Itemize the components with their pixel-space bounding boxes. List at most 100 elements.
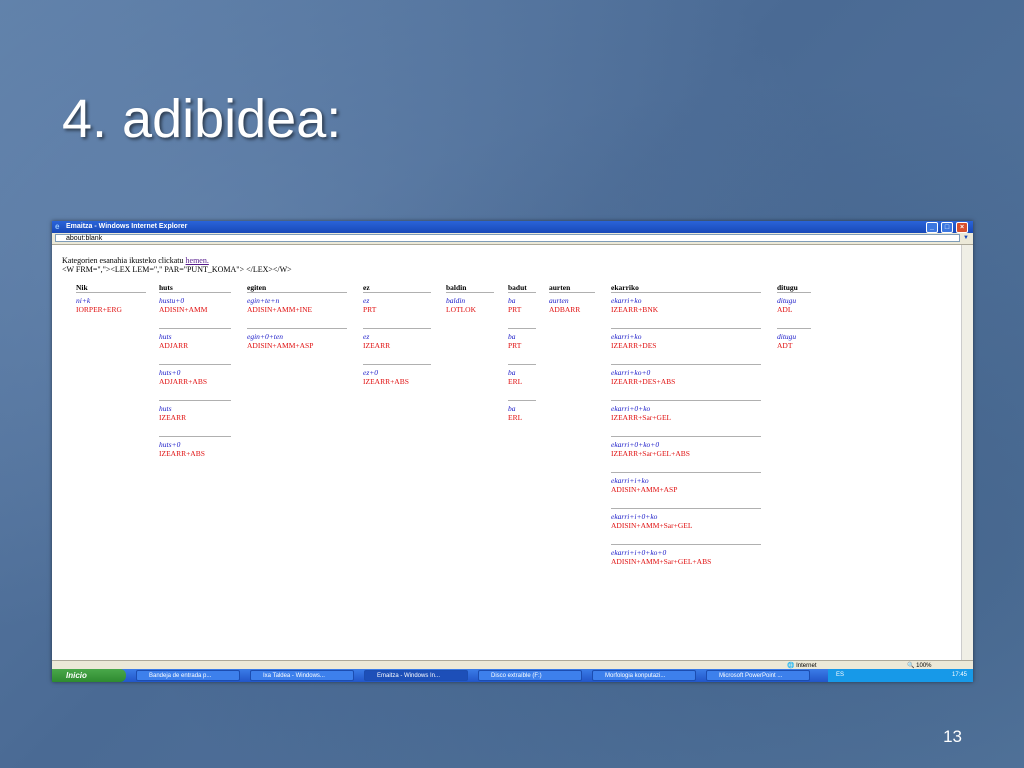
analysis-entry: baldin LOTLOK	[446, 292, 494, 314]
status-zone: 🌐 Internet	[787, 663, 817, 669]
column-header: aurten	[549, 283, 571, 292]
lemma: huts+0	[159, 440, 181, 449]
category: IZEARR+ABS	[363, 377, 409, 386]
minimize-button[interactable]: _	[926, 222, 938, 233]
analysis-entry: aurten ADBARR	[549, 292, 595, 314]
separator	[508, 292, 536, 293]
lemma: ekarri+ko+0	[611, 368, 651, 377]
lemma: ez+0	[363, 368, 379, 377]
taskbar-item[interactable]: Bandeja de entrada p...	[136, 670, 240, 681]
analysis-entry: ba PRT	[508, 292, 536, 314]
category: PRT	[508, 341, 522, 350]
analysis-entry: ekarri+i+0+ko ADISIN+AMM+Sar+GEL	[611, 508, 761, 530]
taskbar-item[interactable]: Emaitza - Windows In...	[364, 670, 468, 681]
analysis-entry: ekarri+ko+0 IZEARR+DES+ABS	[611, 364, 761, 386]
separator	[159, 436, 231, 437]
column: egiten egin+te+n ADISIN+AMM+INE egin+0+ten A…	[247, 283, 347, 364]
category: PRT	[508, 305, 522, 314]
browser-screenshot: e Emaitza - Windows Internet Explorer _ …	[52, 221, 973, 682]
analysis-entry: ba ERL	[508, 364, 536, 386]
category: ADISIN+AMM	[159, 305, 208, 314]
separator	[611, 436, 761, 437]
category: ADISIN+AMM+INE	[247, 305, 313, 314]
separator	[508, 328, 536, 329]
lemma: ekarri+ko	[611, 296, 642, 305]
chevron-down-icon[interactable]: ▼	[963, 235, 969, 241]
lemma: ekarri+ko	[611, 332, 642, 341]
vertical-scrollbar[interactable]	[961, 245, 973, 660]
lemma: huts	[159, 332, 172, 341]
column-header: ekarriko	[611, 283, 639, 292]
category: IZEARR+BNK	[611, 305, 659, 314]
column-header: ditugu	[777, 283, 798, 292]
separator	[611, 472, 761, 473]
category: ADBARR	[549, 305, 581, 314]
category: ADJARR+ABS	[159, 377, 207, 386]
separator	[76, 292, 146, 293]
analysis-entry: ekarri+ko IZEARR+DES	[611, 328, 761, 350]
category: IZEARR+Sar+GEL	[611, 413, 672, 422]
separator	[611, 400, 761, 401]
clock: 17:45	[951, 672, 967, 678]
maximize-button[interactable]: □	[941, 222, 953, 233]
column: huts hustu+0 ADISIN+AMM huts ADJARR huts+0 ADJ…	[159, 283, 231, 472]
taskbar-item[interactable]: Disco extraíble (F:)	[478, 670, 582, 681]
zoom-level[interactable]: 🔍 100%	[907, 662, 932, 669]
intro-prefix: Kategorien esanahia ikusteko clickatu	[62, 256, 186, 265]
taskbar-item[interactable]: Morfologia konputazi...	[592, 670, 696, 681]
category: IZEARR	[159, 413, 187, 422]
column: badut ba PRT ba PRT ba ERL ba ERL	[508, 283, 536, 436]
language-indicator[interactable]: ES	[836, 669, 844, 682]
lemma: huts	[159, 404, 172, 413]
separator	[446, 292, 494, 293]
analysis-entry: hustu+0 ADISIN+AMM	[159, 292, 231, 314]
analysis-entry: ekarri+0+ko IZEARR+Sar+GEL	[611, 400, 761, 422]
separator	[508, 400, 536, 401]
lemma: ni+k	[76, 296, 91, 305]
slide-number: 13	[943, 727, 962, 746]
category: IZEARR+Sar+GEL+ABS	[611, 449, 690, 458]
separator	[247, 292, 347, 293]
taskbar-item[interactable]: Ixa Taldea - Windows...	[250, 670, 354, 681]
close-button[interactable]: ×	[956, 222, 968, 233]
category: IORPER+ERG	[76, 305, 122, 314]
column-header: ez	[363, 283, 370, 292]
analysis-entry: ba ERL	[508, 400, 536, 422]
separator	[159, 400, 231, 401]
category: ADISIN+AMM+ASP	[611, 485, 678, 494]
lemma: ekarri+i+0+ko	[611, 512, 658, 521]
analysis-entry: huts ADJARR	[159, 328, 231, 350]
lemma: ba	[508, 296, 516, 305]
separator	[159, 292, 231, 293]
lemma: baldin	[446, 296, 466, 305]
start-button[interactable]: Inicio	[52, 669, 126, 682]
column-header: huts	[159, 283, 173, 292]
column: ditugu ditugu ADL ditugu ADT	[777, 283, 811, 364]
separator	[363, 364, 431, 365]
analysis-entry: huts IZEARR	[159, 400, 231, 422]
analysis-entry: ez+0 IZEARR+ABS	[363, 364, 431, 386]
separator	[611, 292, 761, 293]
analysis-entry: ditugu ADL	[777, 292, 811, 314]
category: ADISIN+AMM+Sar+GEL	[611, 521, 693, 530]
separator	[159, 364, 231, 365]
column-header: baldin	[446, 283, 467, 292]
separator	[777, 292, 811, 293]
category: IZEARR+ABS	[159, 449, 205, 458]
separator	[159, 328, 231, 329]
analysis-entry: ditugu ADT	[777, 328, 811, 350]
column: Nik ni+k IORPER+ERG	[76, 283, 146, 328]
window-titlebar: e Emaitza - Windows Internet Explorer _ …	[52, 221, 973, 233]
separator	[777, 328, 811, 329]
column-header: egiten	[247, 283, 267, 292]
analysis-entry: ez PRT	[363, 292, 431, 314]
taskbar-item[interactable]: Microsoft PowerPoint ...	[706, 670, 810, 681]
category: LOTLOK	[446, 305, 476, 314]
analysis-entry: egin+te+n ADISIN+AMM+INE	[247, 292, 347, 314]
category: IZEARR	[363, 341, 391, 350]
lemma: ditugu	[777, 332, 797, 341]
analysis-entry: ekarri+0+ko+0 IZEARR+Sar+GEL+ABS	[611, 436, 761, 458]
address-input[interactable]: about:blank	[55, 234, 960, 242]
categories-link[interactable]: hemen.	[186, 256, 209, 265]
category: ADL	[777, 305, 793, 314]
